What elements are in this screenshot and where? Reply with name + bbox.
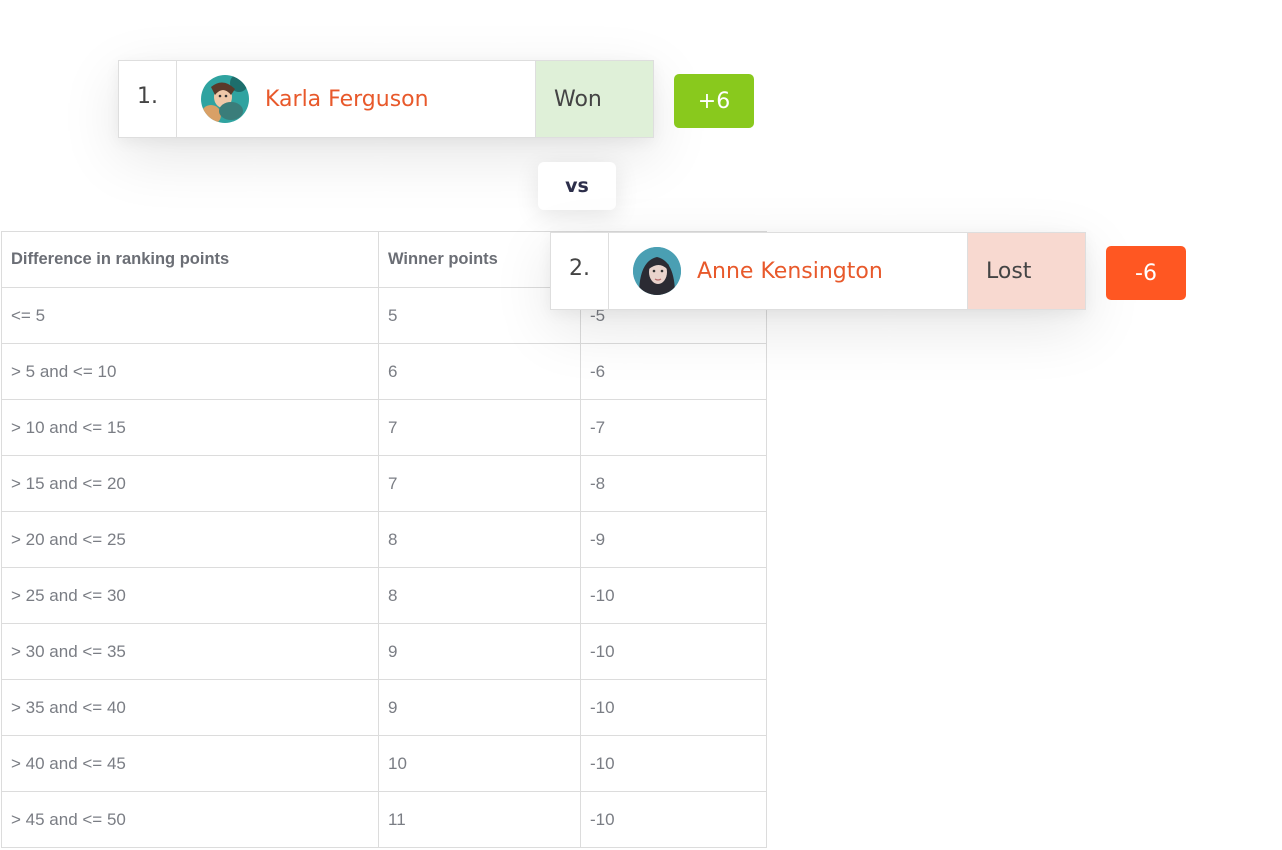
cell-loser-points: -10 — [580, 679, 767, 736]
cell-loser-points: -9 — [580, 511, 767, 568]
cell-difference: > 20 and <= 25 — [1, 511, 379, 568]
cell-winner-points: 7 — [378, 399, 581, 456]
table-row: > 5 and <= 10 6 -6 — [1, 343, 767, 400]
player-card-2: 2. Anne Kensington Lost — [550, 232, 1086, 310]
cell-difference: > 10 and <= 15 — [1, 399, 379, 456]
player-info: Karla Ferguson — [177, 61, 535, 137]
cell-loser-points: -10 — [580, 791, 767, 848]
player-name[interactable]: Karla Ferguson — [265, 87, 429, 112]
player-info: Anne Kensington — [609, 233, 967, 309]
cell-winner-points: 8 — [378, 511, 581, 568]
cell-difference: > 35 and <= 40 — [1, 679, 379, 736]
table-row: > 25 and <= 30 8 -10 — [1, 567, 767, 624]
points-gain-badge: +6 — [674, 74, 754, 128]
cell-difference: > 25 and <= 30 — [1, 567, 379, 624]
cell-winner-points: 9 — [378, 623, 581, 680]
player-rank: 1. — [119, 61, 177, 137]
player-name[interactable]: Anne Kensington — [697, 259, 883, 284]
cell-difference: > 45 and <= 50 — [1, 791, 379, 848]
cell-loser-points: -7 — [580, 399, 767, 456]
cell-winner-points: 6 — [378, 343, 581, 400]
cell-loser-points: -8 — [580, 455, 767, 512]
points-loss-badge: -6 — [1106, 246, 1186, 300]
ranking-points-table: Difference in ranking points Winner poin… — [1, 231, 767, 848]
cell-winner-points: 7 — [378, 455, 581, 512]
cell-winner-points: 9 — [378, 679, 581, 736]
table-row: > 40 and <= 45 10 -10 — [1, 735, 767, 792]
cell-loser-points: -10 — [580, 623, 767, 680]
cell-difference: > 40 and <= 45 — [1, 735, 379, 792]
table-row: > 15 and <= 20 7 -8 — [1, 455, 767, 512]
player-rank: 2. — [551, 233, 609, 309]
cell-loser-points: -10 — [580, 567, 767, 624]
avatar[interactable] — [633, 247, 681, 295]
player-card-1: 1. Karla Ferguson Won — [118, 60, 654, 138]
result-won: Won — [535, 61, 653, 137]
table-row: > 45 and <= 50 11 -10 — [1, 791, 767, 848]
cell-difference: <= 5 — [1, 287, 379, 344]
table-row: > 10 and <= 15 7 -7 — [1, 399, 767, 456]
cell-difference: > 5 and <= 10 — [1, 343, 379, 400]
header-difference: Difference in ranking points — [1, 231, 379, 288]
cell-difference: > 30 and <= 35 — [1, 623, 379, 680]
cell-difference: > 15 and <= 20 — [1, 455, 379, 512]
avatar[interactable] — [201, 75, 249, 123]
cell-winner-points: 8 — [378, 567, 581, 624]
cell-loser-points: -10 — [580, 735, 767, 792]
result-lost: Lost — [967, 233, 1085, 309]
match-result-scene: Difference in ranking points Winner poin… — [0, 0, 1282, 850]
vs-badge: vs — [538, 162, 616, 210]
cell-loser-points: -6 — [580, 343, 767, 400]
table-row: > 20 and <= 25 8 -9 — [1, 511, 767, 568]
table-row: > 30 and <= 35 9 -10 — [1, 623, 767, 680]
table-body: <= 5 5 -5 > 5 and <= 10 6 -6 > 10 and <= 15 7 -7… — [1, 287, 767, 848]
avatar-anne-icon — [633, 247, 681, 295]
cell-winner-points: 11 — [378, 791, 581, 848]
table-row: > 35 and <= 40 9 -10 — [1, 679, 767, 736]
avatar-karla-icon — [201, 75, 249, 123]
cell-winner-points: 10 — [378, 735, 581, 792]
